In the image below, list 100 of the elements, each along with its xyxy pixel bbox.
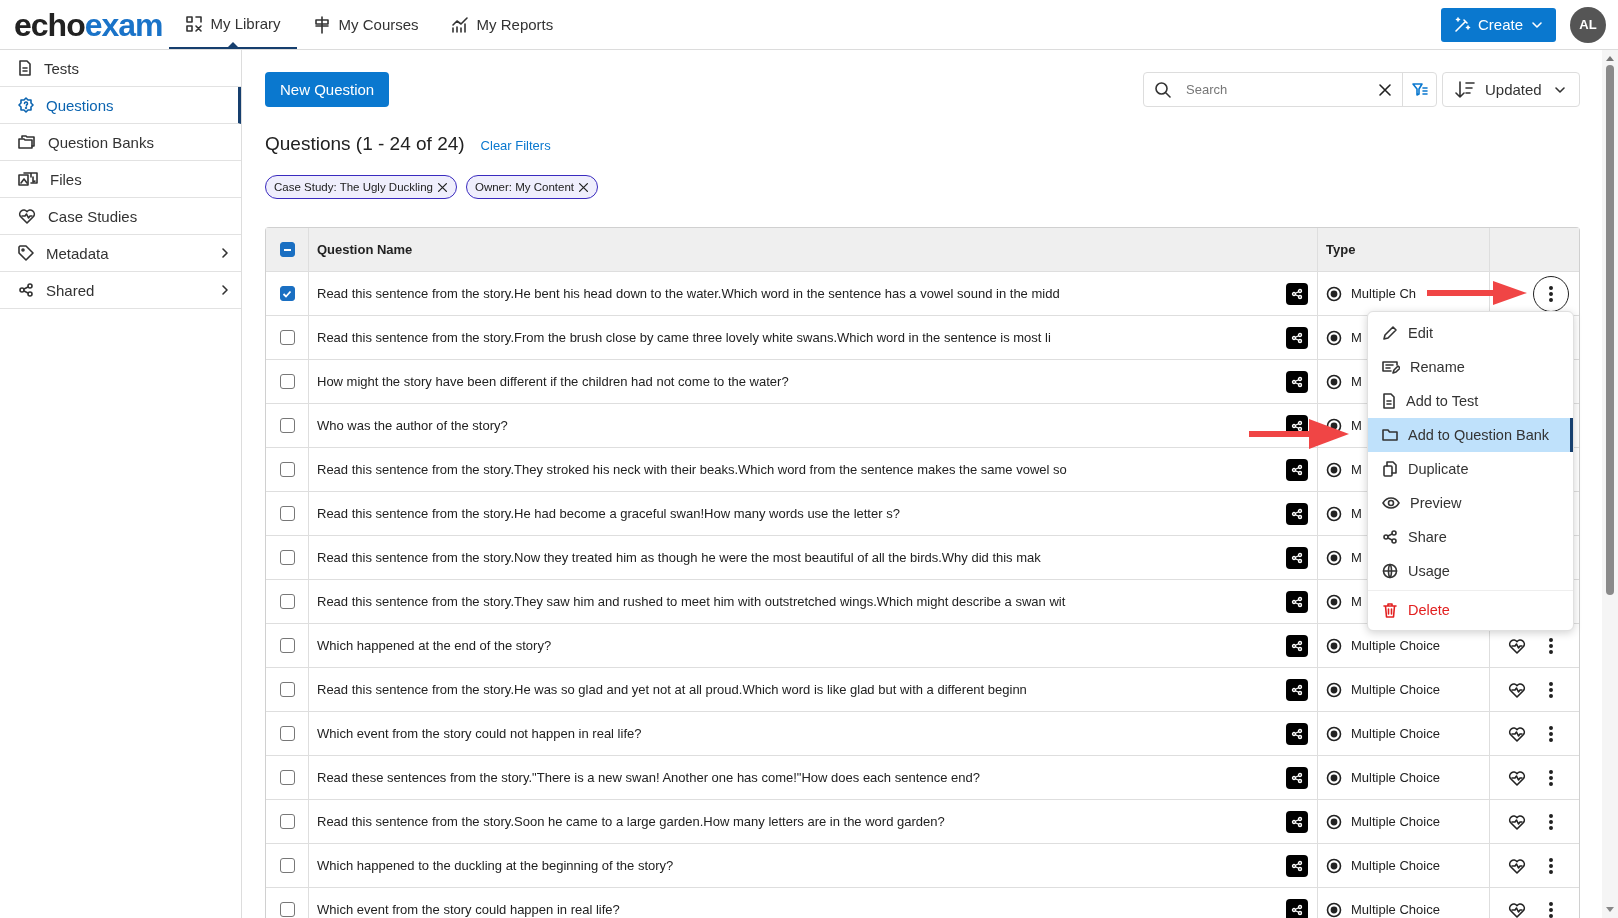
shared-badge-icon bbox=[1286, 898, 1308, 918]
menu-item[interactable]: Delete bbox=[1368, 590, 1573, 628]
question-name[interactable]: Read this sentence from the story.From the brush close by came three lovely white swans.Which word in the sentence is most li bbox=[317, 330, 1278, 345]
row-checkbox[interactable] bbox=[279, 418, 295, 433]
shared-badge-icon bbox=[1286, 370, 1308, 393]
question-name[interactable]: How might the story have been different if the children had not come to the water? bbox=[317, 374, 1278, 389]
nav-tab[interactable]: My Courses bbox=[296, 0, 435, 49]
clear-filters-link[interactable]: Clear Filters bbox=[480, 138, 551, 153]
shared-badge-icon bbox=[1286, 502, 1308, 525]
row-checkbox[interactable] bbox=[279, 814, 295, 829]
question-name[interactable]: Read this sentence from the story.They stroked his neck with their beaks.Which word from the sentence makes the same vowel so bbox=[317, 462, 1278, 477]
shared-badge-icon bbox=[1286, 326, 1308, 349]
close-icon bbox=[1378, 82, 1392, 97]
globe-icon bbox=[1382, 563, 1398, 579]
menu-item[interactable]: Add to Test bbox=[1368, 384, 1573, 418]
heartbeat-icon bbox=[18, 208, 36, 224]
question-name[interactable]: Read this sentence from the story.He had become a graceful swan!How many words use the letter s? bbox=[317, 506, 1278, 521]
row-checkbox[interactable] bbox=[279, 286, 295, 301]
sidebar-item[interactable]: Files bbox=[0, 161, 241, 198]
more-icon bbox=[1549, 769, 1553, 786]
remove-icon bbox=[578, 181, 590, 193]
more-icon bbox=[1549, 813, 1553, 830]
shared-badge-icon bbox=[1286, 678, 1308, 701]
question-name[interactable]: Who was the author of the story? bbox=[317, 418, 1278, 433]
question-type: M bbox=[1351, 506, 1362, 521]
radio-button-icon bbox=[1326, 461, 1342, 478]
radio-button-icon bbox=[1326, 505, 1342, 522]
select-all-checkbox[interactable] bbox=[279, 242, 295, 257]
row-checkbox[interactable] bbox=[279, 550, 295, 565]
shared-badge-icon bbox=[1286, 810, 1308, 833]
question-name[interactable]: Read these sentences from the story."There is a new swan! Another one has come!"How does each sentence end? bbox=[317, 770, 1278, 785]
folder-icon bbox=[1382, 427, 1398, 443]
scrollbar[interactable] bbox=[1602, 50, 1618, 918]
row-checkbox[interactable] bbox=[279, 462, 295, 477]
question-name[interactable]: Read this sentence from the story.Now they treated him as though he were the most beautiful of all the birds.Why did this mak bbox=[317, 550, 1278, 565]
question-badge-icon bbox=[18, 97, 34, 113]
create-button[interactable]: Create bbox=[1440, 7, 1556, 42]
shared-badge-icon bbox=[1286, 546, 1308, 569]
more-icon bbox=[1549, 681, 1553, 698]
sidebar-item[interactable]: Question Banks bbox=[0, 124, 241, 161]
sidebar-item[interactable]: Shared bbox=[0, 272, 241, 309]
row-checkbox[interactable] bbox=[279, 638, 295, 653]
shared-badge-icon bbox=[1286, 634, 1308, 657]
menu-item[interactable]: Preview bbox=[1368, 486, 1573, 520]
menu-item[interactable]: Rename bbox=[1368, 350, 1573, 384]
menu-item[interactable]: Add to Question Bank bbox=[1368, 418, 1573, 452]
row-checkbox[interactable] bbox=[279, 682, 295, 697]
row-checkbox[interactable] bbox=[279, 594, 295, 609]
nav-tab[interactable]: My Library bbox=[168, 0, 297, 49]
user-avatar[interactable]: AL bbox=[1570, 6, 1606, 43]
question-name[interactable]: Read this sentence from the story.He was so glad and yet not at all proud.Which word is like glad but with a different beginn bbox=[317, 682, 1278, 697]
magic-wand-icon bbox=[1452, 15, 1471, 34]
row-checkbox[interactable] bbox=[279, 902, 295, 917]
question-name[interactable]: Read this sentence from the story.Soon he came to a large garden.How many letters are in the word garden? bbox=[317, 814, 1278, 829]
menu-item[interactable]: Share bbox=[1368, 520, 1573, 554]
radio-button-icon bbox=[1326, 593, 1342, 610]
document-icon bbox=[1382, 393, 1396, 409]
radio-button-icon bbox=[1326, 901, 1342, 918]
question-name[interactable]: Which event from the story could not happen in real life? bbox=[317, 726, 1278, 741]
sidebar-item[interactable]: Case Studies bbox=[0, 198, 241, 235]
folders-icon bbox=[18, 134, 36, 150]
row-checkbox[interactable] bbox=[279, 858, 295, 873]
filter-chip[interactable]: Case Study: The Ugly Duckling bbox=[265, 175, 457, 199]
shared-badge-icon bbox=[1286, 282, 1308, 305]
menu-item[interactable]: Duplicate bbox=[1368, 452, 1573, 486]
row-checkbox[interactable] bbox=[279, 506, 295, 521]
question-name[interactable]: Read this sentence from the story.He bent his head down to the water.Which word in the sentence has a vowel sound in the midd bbox=[317, 286, 1278, 301]
new-question-button[interactable]: New Question bbox=[265, 72, 390, 107]
search-field[interactable]: Search bbox=[1143, 72, 1437, 107]
row-checkbox[interactable] bbox=[279, 726, 295, 741]
question-type: M bbox=[1351, 594, 1362, 609]
question-type: Multiple Choice bbox=[1351, 726, 1440, 741]
more-icon bbox=[1549, 725, 1553, 742]
sidebar-item[interactable]: Questions bbox=[0, 87, 241, 124]
row-checkbox[interactable] bbox=[279, 770, 295, 785]
document-icon bbox=[18, 60, 32, 76]
row-checkbox[interactable] bbox=[279, 374, 295, 389]
sort-dropdown[interactable]: Updated bbox=[1442, 72, 1580, 107]
question-name[interactable]: Which happened to the duckling at the beginning of the story? bbox=[317, 858, 1278, 873]
nav-tab[interactable]: My Reports bbox=[434, 0, 570, 49]
sidebar-item[interactable]: Metadata bbox=[0, 235, 241, 272]
sidebar-item[interactable]: Tests bbox=[0, 50, 241, 87]
logo[interactable]: echoexam bbox=[14, 8, 163, 41]
filter-chip[interactable]: Owner: My Content bbox=[465, 175, 599, 199]
copy-icon bbox=[1382, 461, 1398, 477]
trash-icon bbox=[1382, 601, 1398, 618]
question-type: Multiple Ch bbox=[1351, 286, 1417, 301]
check-icon bbox=[282, 288, 292, 299]
menu-item[interactable]: Edit bbox=[1368, 316, 1573, 350]
radio-button-icon bbox=[1326, 857, 1342, 874]
question-name[interactable]: Read this sentence from the story.They saw him and rushed to meet him with outstretched wings.Which might describe a swan wit bbox=[317, 594, 1278, 609]
tag-icon bbox=[18, 245, 34, 261]
question-type: M bbox=[1351, 550, 1362, 565]
more-icon bbox=[1549, 901, 1553, 918]
question-type: M bbox=[1351, 462, 1362, 477]
shared-badge-icon bbox=[1286, 458, 1308, 481]
question-name[interactable]: Which happened at the end of the story? bbox=[317, 638, 1278, 653]
menu-item[interactable]: Usage bbox=[1368, 554, 1573, 588]
question-name[interactable]: Which event from the story could happen in real life? bbox=[317, 902, 1278, 917]
row-checkbox[interactable] bbox=[279, 330, 295, 345]
